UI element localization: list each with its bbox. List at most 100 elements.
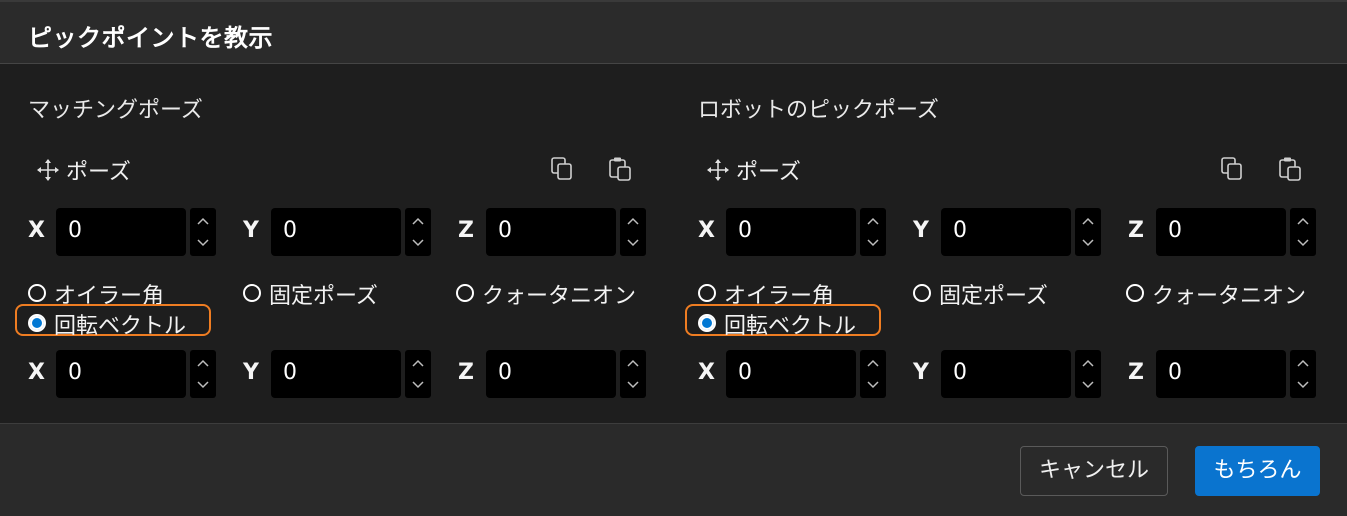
axis-label-z: Z (458, 218, 474, 243)
chevron-down-icon[interactable] (411, 238, 425, 248)
axis-label-x: X (698, 218, 715, 243)
chevron-down-icon[interactable] (866, 238, 880, 248)
chevron-down-icon[interactable] (196, 380, 210, 390)
chevron-down-icon[interactable] (626, 380, 640, 390)
position-x-spinner[interactable] (190, 208, 216, 256)
radio-circle[interactable] (698, 284, 716, 302)
chevron-down-icon[interactable] (866, 380, 880, 390)
radio-circle-selected[interactable] (698, 314, 716, 332)
cancel-button[interactable]: キャンセル (1020, 446, 1168, 496)
dialog-content: マッチングポーズ ポーズ X 0 Y 0 Z 0 オイラー角 固定ポーズ クォー… (0, 64, 1347, 424)
position-x-spinner[interactable] (860, 208, 886, 256)
pose-row: ポーズ (28, 152, 638, 186)
position-x-field: X 0 (698, 208, 888, 256)
dialog-title: ピックポイントを教示 (28, 24, 273, 52)
chevron-up-icon[interactable] (626, 358, 640, 368)
copy-icon[interactable] (1220, 156, 1244, 182)
radio-circle[interactable] (28, 284, 46, 302)
chevron-down-icon[interactable] (1081, 380, 1095, 390)
position-x-field: X 0 (28, 208, 218, 256)
chevron-up-icon[interactable] (411, 358, 425, 368)
paste-icon[interactable] (1278, 156, 1302, 182)
chevron-up-icon[interactable] (1081, 358, 1095, 368)
move-icon (707, 159, 729, 181)
radio-circle[interactable] (1126, 284, 1144, 302)
rotation-z-field: Z 0 (1128, 350, 1318, 398)
rotation-x-spinner[interactable] (190, 350, 216, 398)
chevron-up-icon[interactable] (1081, 216, 1095, 226)
axis-label-x: X (28, 218, 45, 243)
rotation-y-field: Y 0 (913, 350, 1103, 398)
rotation-y-field: Y 0 (243, 350, 433, 398)
ok-button[interactable]: もちろん (1195, 446, 1320, 496)
position-z-spinner[interactable] (1290, 208, 1316, 256)
rotation-y-spinner[interactable] (1075, 350, 1101, 398)
position-y-input[interactable]: 0 (271, 208, 401, 256)
move-icon (37, 159, 59, 181)
axis-label-x: X (28, 360, 45, 385)
dialog-footer: キャンセル もちろん (0, 424, 1347, 516)
pose-label: ポーズ (66, 160, 131, 185)
axis-label-y: Y (913, 360, 929, 385)
axis-label-y: Y (243, 218, 259, 243)
chevron-up-icon[interactable] (1296, 216, 1310, 226)
pose-row: ポーズ (698, 152, 1308, 186)
position-x-input[interactable]: 0 (726, 208, 856, 256)
axis-label-z: Z (1128, 218, 1144, 243)
chevron-up-icon[interactable] (411, 216, 425, 226)
position-y-spinner[interactable] (1075, 208, 1101, 256)
robot-pick-pose-panel: ロボットのピックポーズ ポーズ X 0 Y 0 Z 0 オイラー角 固定ポーズ … (670, 64, 1316, 424)
section-title: マッチングポーズ (28, 98, 203, 123)
paste-icon[interactable] (608, 156, 632, 182)
chevron-down-icon[interactable] (626, 238, 640, 248)
matching-pose-panel: マッチングポーズ ポーズ X 0 Y 0 Z 0 オイラー角 固定ポーズ クォー… (0, 64, 646, 424)
chevron-down-icon[interactable] (1081, 238, 1095, 248)
radio-circle[interactable] (243, 284, 261, 302)
position-y-spinner[interactable] (405, 208, 431, 256)
chevron-down-icon[interactable] (196, 238, 210, 248)
chevron-up-icon[interactable] (626, 216, 640, 226)
position-z-field: Z 0 (1128, 208, 1318, 256)
position-y-input[interactable]: 0 (941, 208, 1071, 256)
axis-label-z: Z (1128, 360, 1144, 385)
axis-label-x: X (698, 360, 715, 385)
position-y-field: Y 0 (913, 208, 1103, 256)
chevron-up-icon[interactable] (1296, 358, 1310, 368)
chevron-down-icon[interactable] (1296, 238, 1310, 248)
position-z-input[interactable]: 0 (1156, 208, 1286, 256)
rotation-x-input[interactable]: 0 (56, 350, 186, 398)
axis-label-y: Y (243, 360, 259, 385)
axis-label-z: Z (458, 360, 474, 385)
rotation-x-spinner[interactable] (860, 350, 886, 398)
chevron-up-icon[interactable] (196, 216, 210, 226)
pose-label: ポーズ (736, 160, 801, 185)
radio-circle[interactable] (456, 284, 474, 302)
rotation-z-spinner[interactable] (1290, 350, 1316, 398)
rotation-x-input[interactable]: 0 (726, 350, 856, 398)
rotation-z-field: Z 0 (458, 350, 648, 398)
rotation-x-field: X 0 (28, 350, 218, 398)
rotation-y-input[interactable]: 0 (271, 350, 401, 398)
position-x-input[interactable]: 0 (56, 208, 186, 256)
copy-icon[interactable] (550, 156, 574, 182)
section-title: ロボットのピックポーズ (698, 98, 939, 123)
axis-label-y: Y (913, 218, 929, 243)
rotation-y-spinner[interactable] (405, 350, 431, 398)
rotation-x-field: X 0 (698, 350, 888, 398)
position-y-field: Y 0 (243, 208, 433, 256)
radio-circle[interactable] (913, 284, 931, 302)
rotation-y-input[interactable]: 0 (941, 350, 1071, 398)
chevron-down-icon[interactable] (411, 380, 425, 390)
rotation-z-input[interactable]: 0 (1156, 350, 1286, 398)
position-z-input[interactable]: 0 (486, 208, 616, 256)
chevron-up-icon[interactable] (866, 358, 880, 368)
radio-circle-selected[interactable] (28, 314, 46, 332)
dialog-header: ピックポイントを教示 (0, 2, 1347, 64)
chevron-up-icon[interactable] (196, 358, 210, 368)
position-z-field: Z 0 (458, 208, 648, 256)
rotation-z-input[interactable]: 0 (486, 350, 616, 398)
position-z-spinner[interactable] (620, 208, 646, 256)
chevron-down-icon[interactable] (1296, 380, 1310, 390)
chevron-up-icon[interactable] (866, 216, 880, 226)
rotation-z-spinner[interactable] (620, 350, 646, 398)
